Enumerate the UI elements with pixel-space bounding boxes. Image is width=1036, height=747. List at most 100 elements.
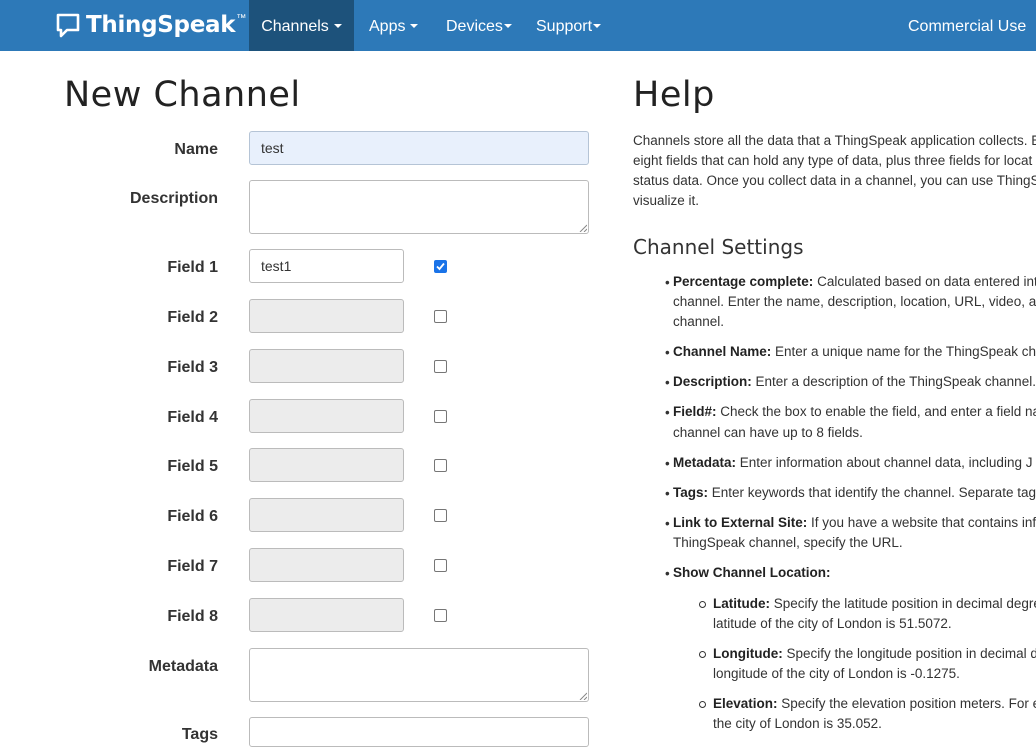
help-term: Field#:: [673, 404, 717, 419]
help-sub-elevation: Elevation: Specify the elevation positio…: [713, 694, 1036, 714]
help-item-field: Field#: Check the box to enable the fiel…: [673, 402, 1036, 422]
field4-checkbox[interactable]: [434, 410, 447, 423]
help-term: Elevation:: [713, 696, 778, 711]
bullet-icon: •: [665, 275, 670, 290]
help-term: Latitude:: [713, 596, 770, 611]
bullet-icon: •: [665, 345, 670, 360]
chevron-down-icon: [503, 23, 512, 28]
resize-handle-icon[interactable]: [579, 224, 587, 232]
nav-devices-label: Devices: [446, 18, 503, 35]
help-term: Description:: [673, 374, 752, 389]
field2-checkbox[interactable]: [434, 310, 447, 323]
name-input[interactable]: [249, 131, 589, 165]
help-sub-latitude: Latitude: Specify the latitude position …: [713, 594, 1036, 614]
field1-label: Field 1: [167, 259, 218, 276]
chevron-down-icon: [593, 23, 602, 28]
nav-apps[interactable]: Apps: [369, 0, 419, 51]
help-desc: Enter information about channel data, in…: [736, 455, 1033, 470]
help-item-tags: Tags: Enter keywords that identify the c…: [673, 483, 1036, 503]
help-item-link: Link to External Site: If you have a web…: [673, 513, 1036, 533]
help-term: Metadata:: [673, 455, 737, 470]
field4-input[interactable]: [249, 399, 404, 433]
help-item-description: Description: Enter a description of the …: [673, 372, 1036, 392]
circle-bullet-icon: [699, 601, 706, 608]
field3-checkbox[interactable]: [434, 360, 447, 373]
field2-label: Field 2: [167, 309, 218, 326]
bullet-icon: •: [665, 566, 670, 581]
nav-devices[interactable]: Devices: [446, 0, 512, 51]
bullet-icon: •: [665, 456, 670, 471]
help-item-channel-name: Channel Name: Enter a unique name for th…: [673, 342, 1036, 362]
help-intro-line-2: eight fields that can hold any type of d…: [633, 153, 1033, 168]
field8-checkbox[interactable]: [434, 609, 447, 622]
bullet-icon: •: [665, 405, 670, 420]
tags-input[interactable]: [249, 717, 589, 747]
bullet-icon: •: [665, 375, 670, 390]
metadata-label: Metadata: [148, 658, 218, 675]
field2-input[interactable]: [249, 299, 404, 333]
field8-label: Field 8: [167, 608, 218, 625]
speech-bubble-icon: [56, 13, 80, 38]
field6-label: Field 6: [167, 508, 218, 525]
field6-input[interactable]: [249, 498, 404, 532]
checkmark-icon: [436, 262, 445, 271]
help-term: Channel Name:: [673, 344, 772, 359]
description-textarea[interactable]: [249, 180, 589, 234]
help-desc: Calculated based on data entered into: [813, 274, 1036, 289]
help-term: Tags:: [673, 485, 709, 500]
field5-checkbox[interactable]: [434, 459, 447, 472]
help-item-location: Show Channel Location:: [673, 563, 831, 583]
help-term: Link to External Site:: [673, 515, 808, 530]
nav-channels-label: Channels: [261, 18, 329, 35]
help-desc: Specify the elevation position meters. F…: [777, 696, 1036, 711]
help-item-percentage: Percentage complete: Calculated based on…: [673, 272, 1036, 292]
resize-handle-icon[interactable]: [579, 692, 587, 700]
nav-apps-label: Apps: [369, 18, 406, 35]
help-intro-line-4: visualize it.: [633, 193, 700, 208]
field3-label: Field 3: [167, 359, 218, 376]
help-sub-line: latitude of the city of London is 51.507…: [713, 616, 952, 631]
bullet-icon: •: [665, 516, 670, 531]
help-term: Percentage complete:: [673, 274, 814, 289]
channel-settings-heading: Channel Settings: [633, 235, 804, 259]
nav-channels[interactable]: Channels: [249, 0, 354, 51]
help-intro-line-3: status data. Once you collect data in a …: [633, 173, 1036, 188]
help-desc: Enter a unique name for the ThingSpeak c…: [771, 344, 1036, 359]
tags-label: Tags: [181, 726, 218, 743]
nav-support-label: Support: [536, 18, 593, 35]
help-panel: Help Channels store all the data that a …: [633, 0, 1036, 736]
field7-checkbox[interactable]: [434, 559, 447, 572]
help-sub-line: longitude of the city of London is -0.12…: [713, 666, 960, 681]
field7-label: Field 7: [167, 558, 218, 575]
help-desc: Check the box to enable the field, and e…: [716, 404, 1036, 419]
help-item-line: channel.: [673, 314, 725, 329]
help-desc: Specify the latitude position in decimal…: [770, 596, 1036, 611]
help-desc: If you have a website that contains info…: [807, 515, 1036, 530]
help-desc: Enter a description of the ThingSpeak ch…: [751, 374, 1036, 389]
field8-input[interactable]: [249, 598, 404, 632]
brand-name: ThingSpeak: [86, 12, 236, 38]
field5-label: Field 5: [167, 458, 218, 475]
field6-checkbox[interactable]: [434, 509, 447, 522]
nav-support[interactable]: Support: [536, 0, 602, 51]
brand-logo[interactable]: ThingSpeak ™: [56, 10, 246, 40]
bullet-icon: •: [665, 486, 670, 501]
field7-input[interactable]: [249, 548, 404, 582]
circle-bullet-icon: [699, 651, 706, 658]
help-term: Longitude:: [713, 646, 783, 661]
help-desc: Specify the longitude position in decima…: [782, 646, 1036, 661]
help-sub-longitude: Longitude: Specify the longitude positio…: [713, 644, 1036, 664]
name-label: Name: [174, 141, 218, 158]
field4-label: Field 4: [167, 409, 218, 426]
field1-input[interactable]: [249, 249, 404, 283]
help-item-metadata: Metadata: Enter information about channe…: [673, 453, 1032, 473]
description-label: Description: [129, 190, 218, 207]
metadata-textarea[interactable]: [249, 648, 589, 702]
help-title: Help: [633, 75, 715, 115]
field5-input[interactable]: [249, 448, 404, 482]
field1-checkbox[interactable]: [434, 260, 447, 273]
field3-input[interactable]: [249, 349, 404, 383]
help-item-line: channel. Enter the name, description, lo…: [673, 294, 1036, 309]
chevron-down-icon: [410, 23, 419, 28]
help-term: Show Channel Location:: [673, 565, 831, 580]
